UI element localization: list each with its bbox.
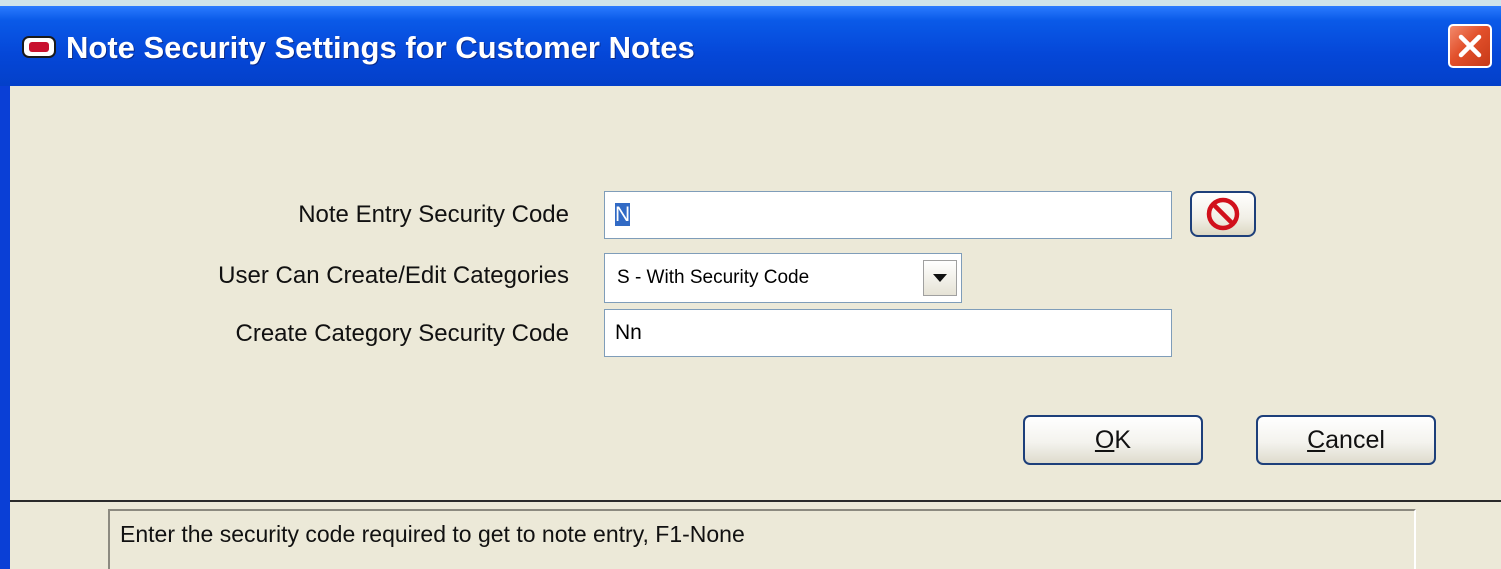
- create-category-security-input[interactable]: Nn: [604, 309, 1172, 357]
- ok-label: K: [1114, 426, 1132, 454]
- categories-select[interactable]: S - With Security Code: [604, 253, 962, 303]
- cancel-label: ancel: [1325, 426, 1385, 454]
- categories-selected-value: S - With Security Code: [617, 267, 810, 288]
- status-divider: [10, 500, 1501, 502]
- note-entry-security-label: Note Entry Security Code: [298, 201, 569, 228]
- close-button[interactable]: [1448, 24, 1492, 68]
- app-window-icon: [22, 36, 56, 58]
- create-category-security-value: Nn: [615, 321, 642, 344]
- dialog-body: Note Entry Security Code N User Can Crea…: [10, 86, 1501, 569]
- note-entry-security-value: N: [615, 203, 631, 226]
- ok-button[interactable]: OK: [1023, 415, 1203, 465]
- chevron-down-icon: [933, 274, 947, 282]
- clear-security-button[interactable]: [1190, 191, 1256, 237]
- status-text: Enter the security code required to get …: [120, 521, 745, 547]
- ok-mnemonic: O: [1094, 426, 1115, 454]
- dialog-window: Note Security Settings for Customer Note…: [0, 6, 1501, 569]
- dropdown-button[interactable]: [923, 260, 957, 296]
- note-entry-security-input[interactable]: N: [604, 191, 1172, 239]
- title-bar[interactable]: Note Security Settings for Customer Note…: [0, 6, 1501, 86]
- close-icon: [1458, 34, 1482, 58]
- window-title: Note Security Settings for Customer Note…: [66, 30, 695, 65]
- no-entry-icon: [1206, 197, 1240, 231]
- cancel-button[interactable]: Cancel: [1256, 415, 1436, 465]
- create-category-security-label: Create Category Security Code: [235, 320, 570, 347]
- status-bar: Enter the security code required to get …: [108, 509, 1416, 569]
- cancel-mnemonic: C: [1307, 426, 1326, 454]
- categories-label: User Can Create/Edit Categories: [218, 262, 569, 289]
